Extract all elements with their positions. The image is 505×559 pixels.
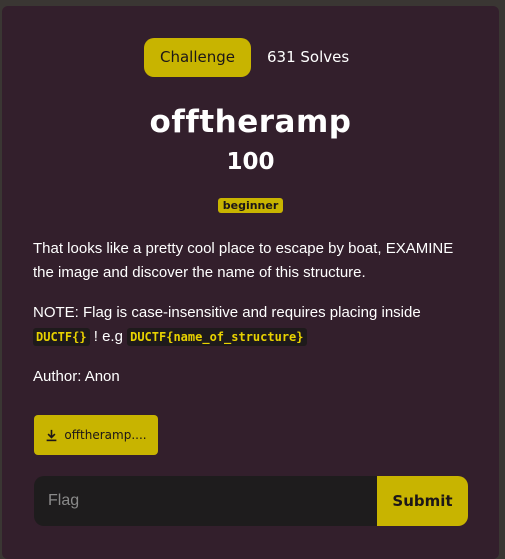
tab-solves[interactable]: 631 Solves: [267, 48, 349, 66]
tag-badge: beginner: [217, 198, 284, 213]
file-name: offtheramp....: [64, 428, 147, 442]
description-note: NOTE: Flag is case-insensitive and requi…: [33, 301, 473, 349]
challenge-description: That looks like a pretty cool place to e…: [33, 237, 473, 405]
flag-format-code: DUCTF{}: [33, 328, 90, 346]
flag-input[interactable]: [34, 476, 377, 526]
note-middle: ! e.g: [89, 328, 128, 345]
description-author: Author: Anon: [33, 368, 120, 385]
challenge-title: offtheramp: [149, 104, 352, 140]
submit-button[interactable]: Submit: [377, 476, 468, 526]
tab-challenge[interactable]: Challenge: [144, 37, 251, 77]
note-prefix: NOTE: Flag is case-insensitive and requi…: [33, 304, 421, 321]
modal-tabs: Challenge 631 Solves: [144, 37, 349, 77]
flag-form: Submit: [34, 476, 468, 526]
download-icon: [47, 429, 57, 441]
file-download-button[interactable]: offtheramp....: [34, 415, 158, 455]
flag-example-code: DUCTF{name_of_structure}: [127, 328, 307, 346]
tag-container: beginner: [2, 194, 499, 213]
challenge-modal: Challenge 631 Solves offtheramp 100 begi…: [2, 6, 499, 559]
description-paragraph: That looks like a pretty cool place to e…: [33, 240, 454, 281]
challenge-points: 100: [226, 149, 275, 175]
